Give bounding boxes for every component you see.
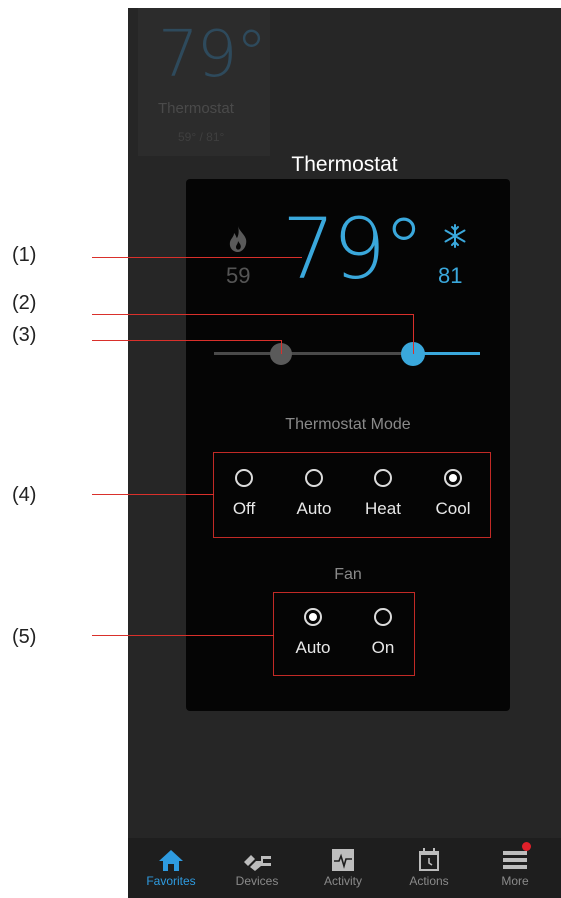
current-temperature: 79° [282,200,425,298]
thermostat-mode-label: Thermostat Mode [285,416,411,433]
tile-range: 59° / 81° [178,130,225,144]
tab-activity[interactable]: Activity [300,838,386,898]
notification-badge [522,842,531,851]
tab-more-label: More [501,874,529,888]
tab-devices[interactable]: Devices [214,838,300,898]
flame-icon [229,226,247,252]
app-screen: 79° Thermostat 59° / 81° Thermostat 59 7… [128,8,561,898]
radio-fan-on[interactable] [374,608,392,626]
dialog-title: Thermostat [291,153,398,176]
leader-line-3-drop [281,340,282,354]
mode-option-cool[interactable]: Cool [418,469,488,519]
tab-activity-label: Activity [323,874,362,888]
tile-label: Thermostat [158,100,234,117]
tab-favorites-label: Favorites [146,874,196,888]
heat-setpoint: 59 [226,263,251,288]
fan-on-label: On [371,638,395,657]
calendar-clock-icon [419,848,439,871]
mode-heat-label: Heat [365,499,401,518]
leader-line-4 [92,494,214,495]
leader-line-2-drop [413,314,414,354]
tile-temperature: 79° [158,18,267,92]
callout-3: (3) [12,324,37,346]
tab-actions[interactable]: Actions [386,838,472,898]
fan-mode-group: Auto On [273,592,415,676]
radio-off[interactable] [235,469,253,487]
slider-track[interactable] [214,352,410,355]
callout-4: (4) [12,484,37,506]
tab-actions-label: Actions [409,874,449,888]
mode-auto-label: Auto [296,499,332,518]
tab-favorites[interactable]: Favorites [128,838,214,898]
fan-label: Fan [334,566,362,583]
fan-auto-label: Auto [295,638,331,657]
fan-option-on[interactable]: On [348,608,418,658]
radio-cool[interactable] [444,469,462,487]
pulse-icon [332,849,354,871]
thermostat-tile[interactable]: 79° Thermostat 59° / 81° [138,8,270,156]
radio-heat[interactable] [374,469,392,487]
mode-option-heat[interactable]: Heat [348,469,418,519]
leader-line-1 [92,257,302,258]
leader-line-3 [92,340,282,341]
leader-line-5 [92,635,274,636]
snowflake-icon [444,224,466,248]
leader-line-2 [92,314,414,315]
callout-1: (1) [12,244,37,266]
bottom-tab-bar: Favorites Devices Activity Actions More [128,838,561,898]
thermostat-dialog: 59 79° 81 Thermostat Mode Off Auto Heat … [186,179,510,711]
callout-5: (5) [12,626,37,648]
radio-auto[interactable] [305,469,323,487]
plug-icon [244,855,271,871]
cool-setpoint: 81 [438,263,463,288]
tab-devices-label: Devices [235,874,279,888]
mode-option-auto[interactable]: Auto [279,469,349,519]
fan-option-auto[interactable]: Auto [278,608,348,658]
mode-option-off[interactable]: Off [209,469,279,519]
callout-2: (2) [12,292,37,314]
radio-fan-auto[interactable] [304,608,322,626]
home-icon [159,850,183,871]
thermostat-mode-group: Off Auto Heat Cool [213,452,491,538]
mode-off-label: Off [232,499,256,518]
tab-more[interactable]: More [472,838,558,898]
mode-cool-label: Cool [435,499,471,518]
menu-icon [503,851,527,869]
